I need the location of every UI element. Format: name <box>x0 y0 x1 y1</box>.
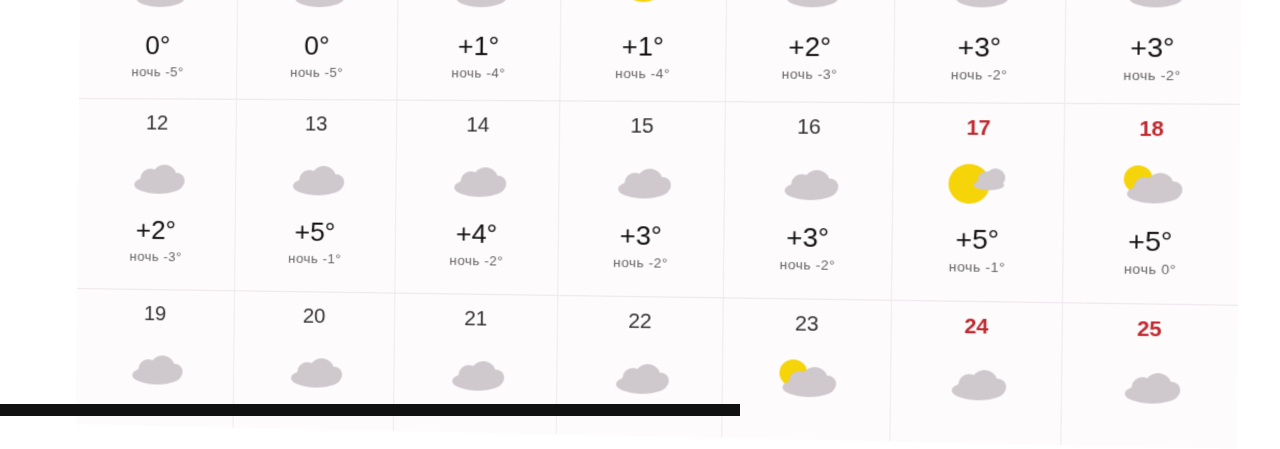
cloud-icon <box>283 158 349 199</box>
day-number: 22 <box>628 310 652 334</box>
night-temperature: ночь -5° <box>131 64 184 80</box>
day-cell[interactable]: 13 +5° ночь -1° <box>235 98 398 293</box>
day-cell[interactable]: 15 +3° ночь -2° <box>558 100 726 298</box>
cloud-icon <box>285 0 351 10</box>
cloud-icon <box>774 161 843 203</box>
night-temperature: ночь -2° <box>950 66 1008 83</box>
day-temperature: +3° <box>957 31 1002 63</box>
day-cell[interactable]: +2° ночь -3° <box>725 0 896 103</box>
night-temperature: ночь -4° <box>615 65 671 82</box>
cloud-icon <box>446 0 513 10</box>
cloud-icon <box>1117 0 1188 11</box>
day-cell[interactable]: 14 +4° ночь -2° <box>395 99 561 295</box>
cloud-icon <box>605 355 673 397</box>
day-cell[interactable]: 23 <box>722 297 893 442</box>
cloud-icon <box>122 347 187 388</box>
day-temperature: 0° <box>304 30 330 61</box>
day-number: 21 <box>464 307 488 331</box>
night-temperature: ночь -1° <box>948 258 1006 276</box>
sun-cloud-icon <box>943 163 1013 205</box>
day-number: 20 <box>302 305 326 329</box>
sun-icon <box>610 0 678 10</box>
partly-cloudy-icon <box>772 358 841 401</box>
day-cell[interactable]: 22 <box>556 294 724 438</box>
night-temperature: ночь -4° <box>451 65 506 81</box>
day-number: 23 <box>794 312 819 337</box>
cloud-icon <box>607 160 675 202</box>
cloud-icon <box>941 361 1011 404</box>
cloud-icon <box>1113 364 1184 407</box>
cloud-icon <box>442 352 509 394</box>
night-temperature: ночь -2° <box>449 252 504 269</box>
day-temperature: 0° <box>145 30 171 61</box>
day-temperature: +1° <box>621 30 665 62</box>
night-temperature: ночь -2° <box>613 254 669 271</box>
day-cell[interactable]: +3° ночь -2° <box>894 0 1067 103</box>
cloud-icon <box>945 0 1015 11</box>
weather-calendar: 0° ночь -5° 0° ночь -5° +1° ночь -4° +1° ночь -… <box>75 0 1242 449</box>
day-temperature: +2° <box>135 214 177 246</box>
night-temperature: ночь -1° <box>288 250 342 267</box>
day-number: 24 <box>964 315 989 339</box>
day-cell[interactable]: +3° ночь -2° <box>1065 0 1240 104</box>
day-cell[interactable]: 25 <box>1061 302 1236 448</box>
bottom-edge <box>0 404 740 416</box>
week-row: 12 +2° ночь -3° 13 +5° ночь -1° 14 +4° ночь -2° 1… <box>77 97 1241 306</box>
day-number: 17 <box>966 117 991 141</box>
day-temperature: +4° <box>455 218 498 250</box>
cloud-icon <box>776 0 845 10</box>
day-temperature: +3° <box>786 221 830 254</box>
day-temperature: +5° <box>955 223 1000 256</box>
day-number: 19 <box>143 303 167 326</box>
day-cell[interactable]: 12 +2° ночь -3° <box>77 97 238 291</box>
day-number: 16 <box>796 116 821 140</box>
day-cell[interactable]: 0° ночь -5° <box>79 0 239 99</box>
day-cell[interactable]: 24 <box>890 299 1064 445</box>
night-temperature: ночь 0° <box>1123 261 1177 278</box>
day-temperature: +3° <box>619 219 663 252</box>
day-cell[interactable]: +1° ночь -4° <box>560 0 728 102</box>
day-cell[interactable]: +1° ночь -4° <box>397 0 562 101</box>
day-number: 13 <box>304 113 328 136</box>
day-temperature: +5° <box>1127 225 1173 258</box>
cloud-icon <box>124 156 189 197</box>
night-temperature: ночь -3° <box>129 248 182 265</box>
partly-cloudy-icon <box>1115 164 1186 207</box>
day-cell[interactable]: 18 +5° ночь 0° <box>1063 103 1239 305</box>
day-number: 14 <box>466 114 490 137</box>
day-cell[interactable]: 0° ночь -5° <box>237 0 399 100</box>
day-number: 15 <box>630 115 654 138</box>
cloud-icon <box>126 0 191 10</box>
day-number: 25 <box>1136 318 1162 342</box>
day-temperature: +5° <box>294 216 336 248</box>
day-temperature: +3° <box>1130 31 1175 64</box>
day-number: 18 <box>1139 117 1164 142</box>
day-number: 12 <box>145 112 169 135</box>
day-cell[interactable]: 16 +3° ночь -2° <box>723 101 895 300</box>
cloud-icon <box>444 159 511 200</box>
cloud-icon <box>281 350 347 392</box>
day-temperature: +2° <box>788 31 832 63</box>
night-temperature: ночь -5° <box>290 64 344 81</box>
day-cell[interactable]: 17 +5° ночь -1° <box>892 102 1066 303</box>
day-temperature: +1° <box>457 30 500 62</box>
week-row: 0° ночь -5° 0° ночь -5° +1° ночь -4° +1° ночь -… <box>79 0 1242 105</box>
night-temperature: ночь -2° <box>779 256 836 273</box>
week-row: 19 20 21 22 23 24 25 <box>75 287 1238 449</box>
night-temperature: ночь -3° <box>781 66 838 83</box>
night-temperature: ночь -2° <box>1123 67 1182 84</box>
